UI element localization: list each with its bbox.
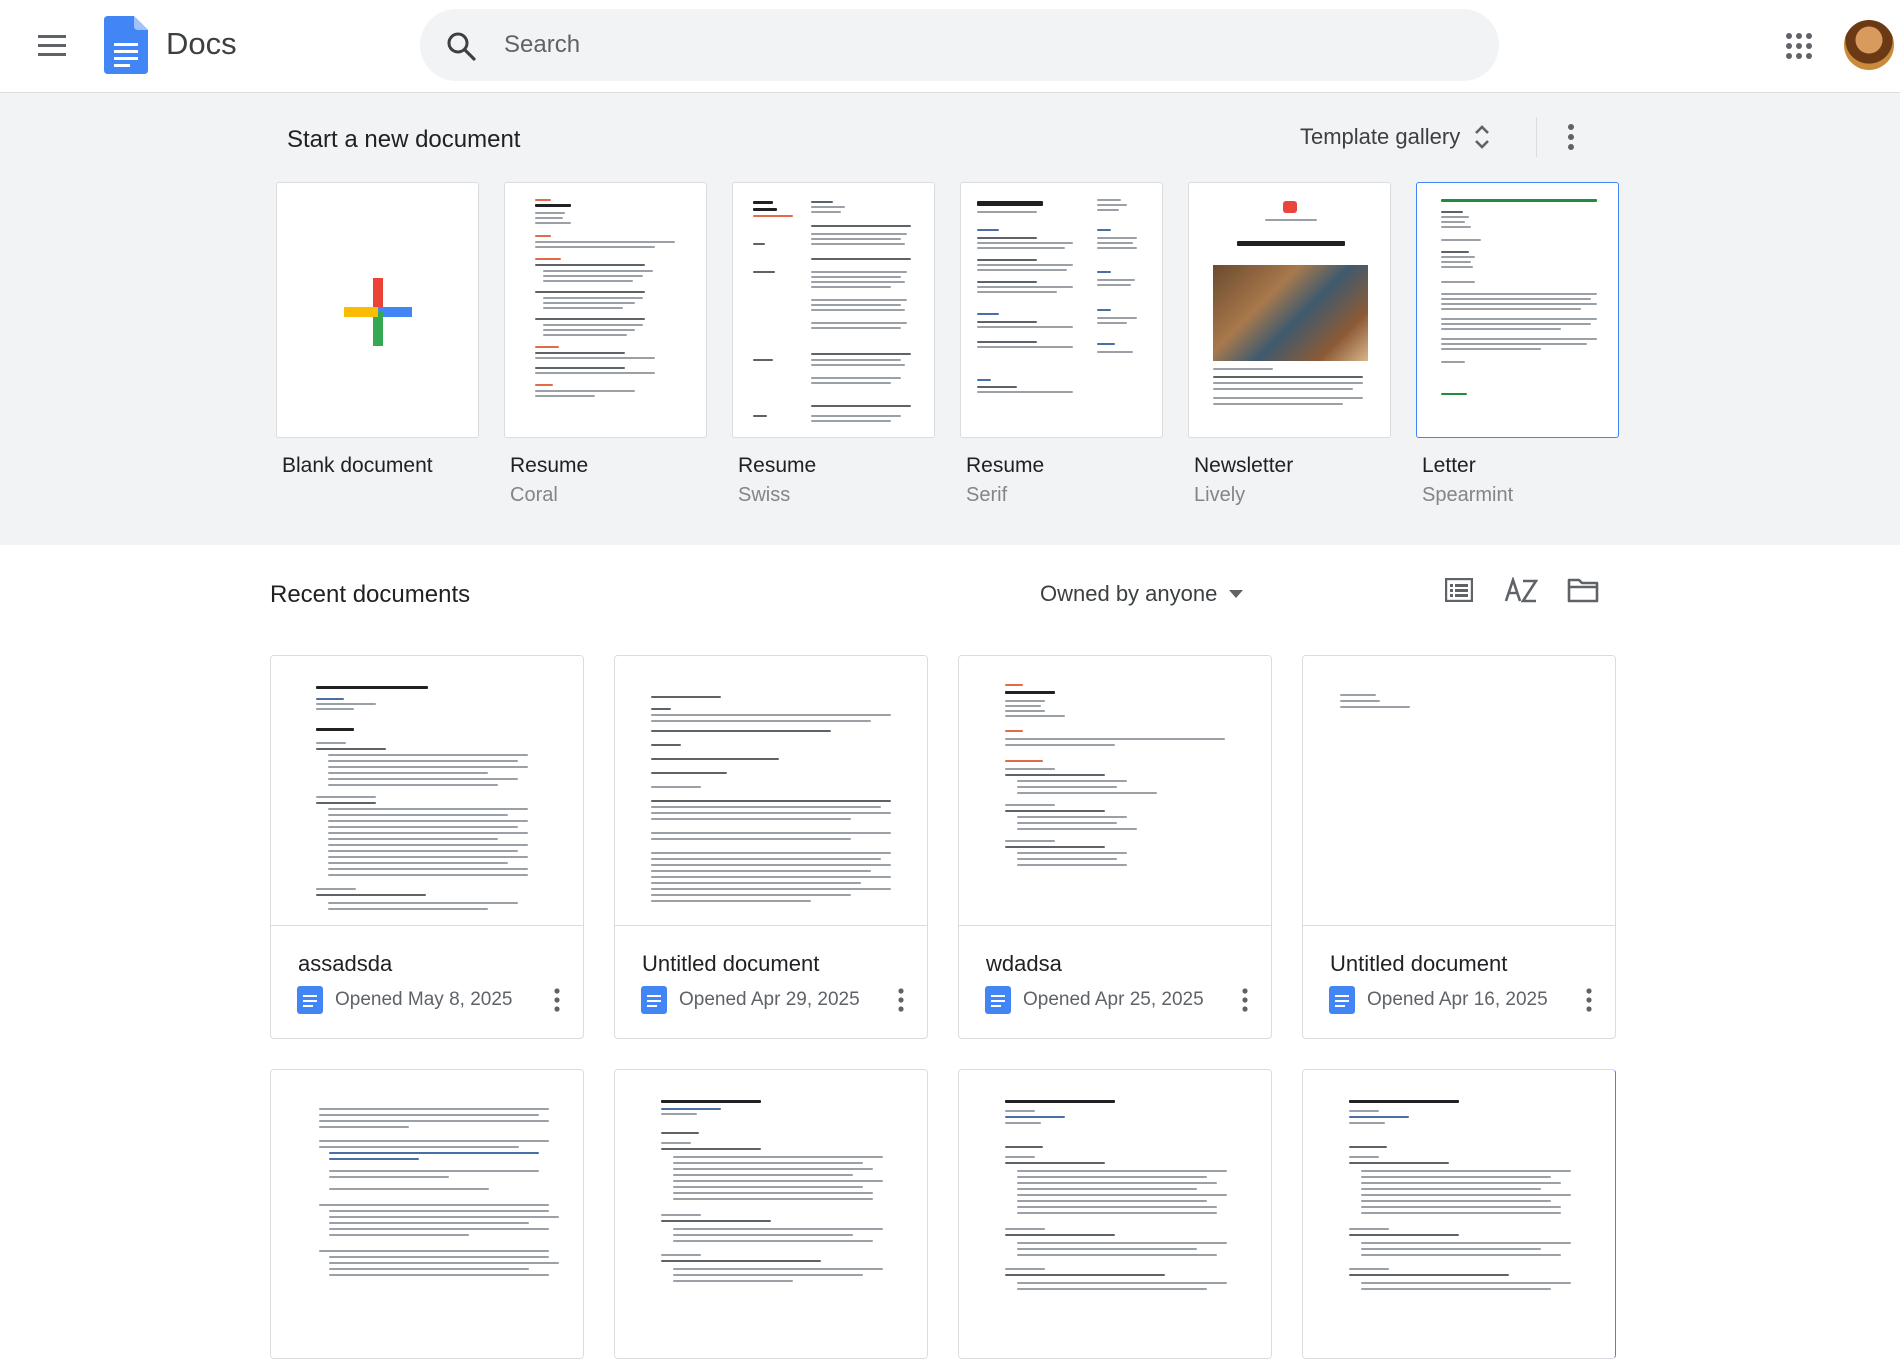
- docs-logo-icon[interactable]: [104, 16, 148, 74]
- search-bar[interactable]: [420, 9, 1499, 81]
- template-subtitle: Spearmint: [1422, 484, 1514, 506]
- list-view-button[interactable]: [1435, 566, 1483, 614]
- main-menu-button[interactable]: [26, 22, 80, 70]
- more-vert-icon: [1242, 988, 1248, 1012]
- doc-thumbnail[interactable]: [615, 656, 927, 926]
- open-file-picker-button[interactable]: [1559, 566, 1607, 614]
- doc-meta: Opened Apr 16, 2025: [1329, 986, 1548, 1014]
- doc-title: assadsda: [298, 951, 393, 976]
- template-section-heading: Start a new document: [287, 126, 521, 153]
- template-gallery-button[interactable]: Template gallery: [1288, 113, 1502, 161]
- template-thumbnail[interactable]: [504, 182, 707, 438]
- list-view-icon: [1445, 578, 1473, 602]
- doc-thumbnail[interactable]: [959, 1070, 1271, 1358]
- owner-filter-dropdown[interactable]: Owned by anyone: [1030, 572, 1253, 616]
- folder-icon: [1567, 578, 1599, 603]
- recent-doc-card[interactable]: Untitled document Opened Apr 29, 2025: [614, 655, 928, 1039]
- google-apps-button[interactable]: [1775, 22, 1823, 70]
- top-app-bar: Docs: [0, 0, 1900, 93]
- more-vert-icon: [898, 988, 904, 1012]
- search-input[interactable]: [504, 25, 1404, 65]
- doc-file-icon: [297, 986, 323, 1014]
- template-subtitle: Lively: [1194, 484, 1246, 506]
- doc-more-button[interactable]: [1573, 982, 1605, 1018]
- doc-file-icon: [641, 986, 667, 1014]
- recent-documents-heading: Recent documents: [270, 581, 471, 608]
- doc-thumbnail[interactable]: [1303, 1070, 1615, 1358]
- recent-doc-card[interactable]: wdadsa Opened Apr 25, 2025: [958, 655, 1272, 1039]
- sort-button[interactable]: [1497, 566, 1545, 614]
- doc-file-icon: [1329, 986, 1355, 1014]
- doc-opened-date: Opened Apr 25, 2025: [1023, 989, 1204, 1010]
- template-title: Blank document: [282, 454, 433, 477]
- template-title: Letter: [1422, 454, 1476, 477]
- google-plus-icon: [344, 278, 412, 346]
- doc-thumbnail[interactable]: [1303, 656, 1615, 926]
- template-thumbnail[interactable]: [1416, 182, 1619, 438]
- doc-title: Untitled document: [642, 951, 820, 976]
- doc-meta: Opened Apr 25, 2025: [985, 986, 1204, 1014]
- doc-more-button[interactable]: [541, 982, 573, 1018]
- template-more-button[interactable]: [1551, 113, 1591, 161]
- template-gallery-label: Template gallery: [1300, 124, 1461, 149]
- doc-title: wdadsa: [986, 951, 1062, 976]
- recent-doc-card[interactable]: Untitled document Opened Apr 16, 2025: [1302, 655, 1616, 1039]
- template-section: Start a new document Template gallery Bl…: [0, 93, 1900, 545]
- template-thumbnail[interactable]: [732, 182, 935, 438]
- doc-meta: Opened May 8, 2025: [297, 986, 512, 1014]
- template-subtitle: Serif: [966, 484, 1008, 506]
- dropdown-arrow-icon: [1229, 590, 1244, 598]
- doc-more-button[interactable]: [1229, 982, 1261, 1018]
- template-letter-spearmint[interactable]: Letter Spearmint: [1416, 182, 1621, 507]
- template-blank[interactable]: Blank document: [276, 182, 481, 478]
- more-vert-icon: [1586, 988, 1592, 1012]
- doc-opened-date: Opened Apr 16, 2025: [1367, 989, 1548, 1010]
- toolbar-divider: [1536, 117, 1537, 157]
- more-vert-icon: [554, 988, 560, 1012]
- template-subtitle: Swiss: [738, 484, 791, 506]
- doc-meta: Opened Apr 29, 2025: [641, 986, 860, 1014]
- owner-filter-label: Owned by anyone: [1040, 581, 1218, 606]
- template-thumbnail[interactable]: [960, 182, 1163, 438]
- unfold-icon: [1475, 125, 1490, 149]
- recent-doc-card[interactable]: [1302, 1069, 1616, 1359]
- template-resume-coral[interactable]: Resume Coral: [504, 182, 709, 507]
- template-resume-serif[interactable]: Resume Serif: [960, 182, 1165, 507]
- template-thumbnail[interactable]: [276, 182, 479, 438]
- doc-thumbnail[interactable]: [271, 656, 583, 926]
- app-name[interactable]: Docs: [166, 26, 237, 62]
- doc-file-icon: [985, 986, 1011, 1014]
- template-newsletter-lively[interactable]: Newsletter Lively: [1188, 182, 1393, 507]
- account-avatar[interactable]: [1844, 20, 1894, 70]
- recent-doc-card[interactable]: [614, 1069, 928, 1359]
- doc-opened-date: Opened May 8, 2025: [335, 989, 513, 1010]
- template-title: Newsletter: [1194, 454, 1294, 477]
- doc-thumbnail[interactable]: [615, 1070, 927, 1358]
- recent-doc-card[interactable]: [270, 1069, 584, 1359]
- more-vert-icon: [1568, 124, 1574, 150]
- sort-az-icon: [1504, 577, 1538, 603]
- doc-opened-date: Opened Apr 29, 2025: [679, 989, 860, 1010]
- template-title: Resume: [738, 454, 817, 477]
- template-title: Resume: [510, 454, 589, 477]
- menu-icon: [38, 35, 66, 56]
- search-icon[interactable]: [446, 31, 476, 61]
- doc-thumbnail[interactable]: [271, 1070, 583, 1358]
- template-subtitle: Coral: [510, 484, 558, 506]
- template-title: Resume: [966, 454, 1045, 477]
- apps-grid-icon: [1786, 33, 1812, 59]
- doc-title: Untitled document: [1330, 951, 1508, 976]
- recent-doc-card[interactable]: assadsda Opened May 8, 2025: [270, 655, 584, 1039]
- template-thumbnail[interactable]: [1188, 182, 1391, 438]
- recent-doc-card[interactable]: [958, 1069, 1272, 1359]
- template-resume-swiss[interactable]: Resume Swiss: [732, 182, 937, 507]
- doc-thumbnail[interactable]: [959, 656, 1271, 926]
- doc-more-button[interactable]: [885, 982, 917, 1018]
